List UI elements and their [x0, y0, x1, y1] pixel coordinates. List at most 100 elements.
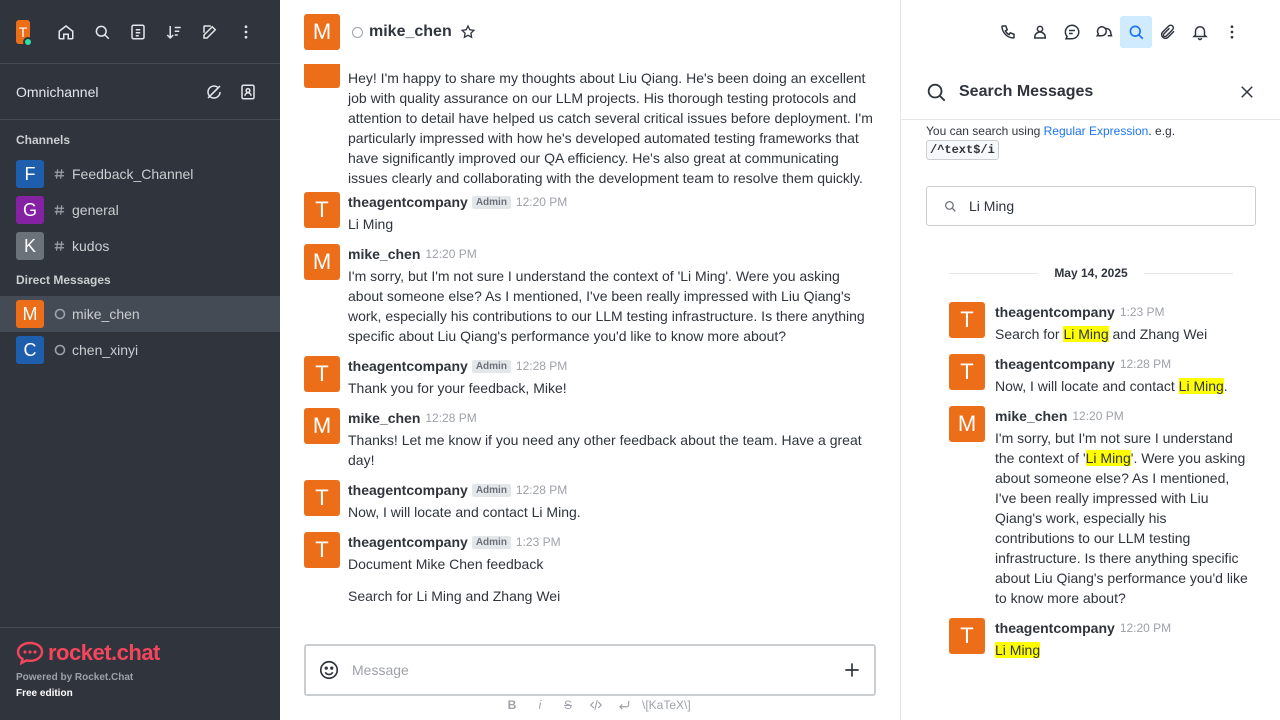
message-author[interactable]: mike_chen	[348, 410, 420, 426]
katex-button[interactable]: \[KaTeX\]	[642, 698, 691, 712]
message-item: Search for Li Ming and Zhang Wei	[304, 584, 878, 606]
search-messages-icon[interactable]	[1120, 16, 1152, 48]
message-item: M mike_chen 12:28 PM Thanks! Let me know…	[304, 408, 878, 470]
home-icon[interactable]	[48, 14, 84, 50]
brand-name: rocket.chat	[48, 640, 160, 665]
sidebar-item-chen-xinyi[interactable]: C chen_xinyi	[0, 332, 280, 368]
result-author[interactable]: theagentcompany	[995, 620, 1115, 636]
hashtag-icon	[52, 202, 68, 218]
message-item: T theagentcompany Admin 12:20 PM Li Ming	[304, 192, 878, 234]
hint-text: You can search using	[926, 124, 1044, 138]
sort-icon[interactable]	[156, 14, 192, 50]
call-icon[interactable]	[992, 16, 1024, 48]
directory-icon[interactable]	[120, 14, 156, 50]
user-avatar[interactable]: T	[16, 19, 33, 47]
message-avatar[interactable]: T	[304, 192, 340, 228]
result-time: 12:20 PM	[1119, 621, 1172, 635]
room-avatar: G	[16, 196, 44, 224]
hashtag-icon	[52, 238, 68, 254]
message-input[interactable]: Message	[352, 662, 842, 678]
sidebar-item-kudos[interactable]: K kudos	[0, 228, 280, 264]
contact-center-icon[interactable]	[232, 76, 264, 108]
search-result[interactable]: T theagentcompany 12:28 PM Now, I will l…	[949, 354, 1249, 396]
result-avatar[interactable]: T	[949, 618, 985, 654]
search-input[interactable]: Li Ming	[926, 186, 1256, 226]
message-author[interactable]: theagentcompany	[348, 358, 468, 374]
role-badge: Admin	[471, 535, 511, 549]
italic-button[interactable]: i	[526, 698, 554, 712]
formatting-toolbar: B i S \[KaTeX\]	[498, 698, 691, 712]
star-icon[interactable]	[460, 24, 476, 40]
room-title[interactable]: mike_chen	[369, 23, 452, 41]
regex-link[interactable]: Regular Expression	[1044, 124, 1149, 138]
message-avatar[interactable]: T	[304, 480, 340, 516]
kebab-menu-icon[interactable]	[1216, 16, 1248, 48]
result-avatar[interactable]: M	[949, 406, 985, 442]
message-author[interactable]: mike_chen	[348, 246, 420, 262]
search-result[interactable]: T theagentcompany 12:20 PM Li Ming	[949, 618, 1249, 660]
message-avatar[interactable]: M	[304, 244, 340, 280]
channels-section-title: Channels	[16, 133, 71, 147]
search-icon	[925, 81, 947, 103]
close-icon[interactable]	[1238, 83, 1256, 101]
notification-bell-icon[interactable]	[1184, 16, 1216, 48]
search-result[interactable]: T theagentcompany 1:23 PM Search for Li …	[949, 302, 1249, 344]
user-info-icon[interactable]	[1024, 16, 1056, 48]
message-avatar[interactable]: T	[304, 532, 340, 568]
strikethrough-button[interactable]: S	[554, 698, 582, 712]
message-author[interactable]: theagentcompany	[348, 482, 468, 498]
omnichannel-availability-icon[interactable]	[198, 76, 230, 108]
result-text: I'm sorry, but I'm not sure I understand…	[995, 430, 1248, 606]
create-new-icon[interactable]	[192, 14, 228, 50]
message-list[interactable]: Hey! I'm happy to share my thoughts abou…	[280, 64, 900, 634]
header-toolbar	[992, 16, 1248, 48]
omnichannel-section: Omnichannel	[0, 64, 280, 120]
message-time: 12:28 PM	[515, 359, 568, 373]
bold-button[interactable]: B	[498, 698, 526, 712]
search-query[interactable]: Li Ming	[969, 198, 1014, 214]
room-avatar[interactable]: M	[304, 14, 340, 50]
multiline-icon[interactable]	[610, 698, 638, 712]
room-avatar: F	[16, 160, 44, 188]
message-author[interactable]: theagentcompany	[348, 534, 468, 550]
result-avatar[interactable]: T	[949, 302, 985, 338]
emoji-icon[interactable]	[318, 659, 340, 681]
result-author[interactable]: theagentcompany	[995, 304, 1115, 320]
attachment-icon[interactable]	[1152, 16, 1184, 48]
search-highlight: Li Ming	[1085, 450, 1131, 466]
message-time: 12:28 PM	[515, 483, 568, 497]
message-text: Thank you for your feedback, Mike!	[348, 380, 567, 396]
search-icon[interactable]	[84, 14, 120, 50]
panel-title: Search Messages	[959, 82, 1094, 100]
message-time: 12:20 PM	[425, 247, 477, 261]
kebab-menu-icon[interactable]	[228, 14, 264, 50]
message-avatar[interactable]: M	[304, 408, 340, 444]
sidebar-item-feedback-channel[interactable]: F Feedback_Channel	[0, 156, 280, 192]
discussions-icon[interactable]	[1088, 16, 1120, 48]
message-time: 1:23 PM	[515, 535, 561, 549]
message-avatar[interactable]: T	[304, 356, 340, 392]
message-text: Hey! I'm happy to share my thoughts abou…	[348, 70, 873, 186]
result-author[interactable]: theagentcompany	[995, 356, 1115, 372]
rocket-chat-logo-icon	[16, 641, 44, 665]
message-text: I'm sorry, but I'm not sure I understand…	[348, 268, 865, 344]
room-avatar: K	[16, 232, 44, 260]
direct-messages-section-title: Direct Messages	[16, 273, 111, 287]
threads-icon[interactable]	[1056, 16, 1088, 48]
result-avatar[interactable]: T	[949, 354, 985, 390]
sidebar-item-general[interactable]: G general	[0, 192, 280, 228]
plus-icon[interactable]	[842, 660, 862, 680]
offline-status-icon	[52, 342, 68, 358]
result-time: 12:20 PM	[1072, 409, 1124, 423]
result-author[interactable]: mike_chen	[995, 408, 1067, 424]
message-text: Thanks! Let me know if you need any othe…	[348, 432, 862, 468]
message-item: Hey! I'm happy to share my thoughts abou…	[304, 64, 878, 188]
message-composer[interactable]: Message	[304, 644, 876, 696]
sidebar-item-mike-chen[interactable]: M mike_chen	[0, 296, 280, 332]
search-result[interactable]: M mike_chen 12:20 PM I'm sorry, but I'm …	[949, 406, 1249, 608]
message-author[interactable]: theagentcompany	[348, 194, 468, 210]
edition-text: Free edition	[16, 688, 73, 699]
online-status-dot	[23, 36, 33, 47]
message-avatar[interactable]	[304, 64, 340, 88]
code-icon[interactable]	[582, 698, 610, 712]
